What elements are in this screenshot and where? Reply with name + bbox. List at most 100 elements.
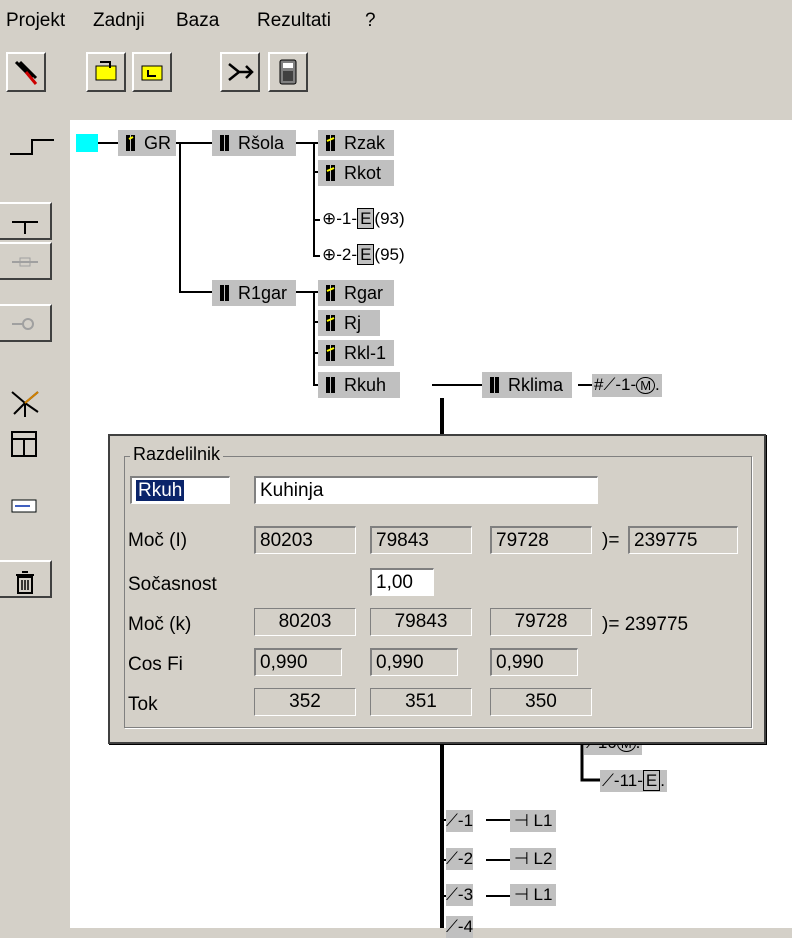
tree-node-rkot[interactable]: Rkot	[318, 160, 394, 186]
switchboard-icon	[326, 285, 335, 301]
moc-k-label: Moč (k)	[128, 614, 192, 635]
sum-label: )= 239775	[602, 614, 689, 635]
node-label: Rkot	[344, 163, 382, 183]
moc-i-field-2[interactable]: 79843	[370, 526, 472, 554]
window-button[interactable]	[0, 490, 52, 528]
tree-output-rkuh-1[interactable]: ⟋-1	[446, 810, 474, 832]
socasnost-field[interactable]: 1,00	[370, 568, 434, 596]
node-label: Rkuh	[344, 375, 387, 395]
cos-fi-label: Cos Fi	[128, 654, 183, 675]
star-icon	[11, 391, 39, 417]
tree-node-gr[interactable]: GR	[118, 130, 176, 156]
tool-3-button[interactable]	[132, 52, 172, 92]
switchboard-icon	[326, 345, 335, 361]
breaker-icon: ⟋	[602, 771, 614, 790]
tree-output-2[interactable]: ⊕-2- E (95)	[322, 244, 405, 266]
node-label: Ršola	[238, 133, 285, 153]
moc-k-field-1: 80203	[254, 608, 356, 636]
tree-node-rj[interactable]: Rj	[318, 310, 380, 336]
tool-2-icon	[95, 61, 117, 81]
breaker-icon: ⟋	[446, 811, 458, 830]
branch-button[interactable]	[220, 52, 260, 92]
cos-fi-field-1[interactable]: 0,990	[254, 648, 342, 676]
menu-projekt[interactable]: Projekt	[6, 10, 65, 32]
socasnost-label: Sočasnost	[128, 574, 217, 595]
tree-node-r1gar[interactable]: R1gar	[212, 280, 296, 306]
tree-node-rkl-1[interactable]: Rkl-1	[318, 340, 394, 366]
tree-output-rklima-11[interactable]: ⟋-11- E.	[600, 770, 667, 792]
name-field[interactable]: Kuhinja	[254, 476, 598, 504]
tree-node-rklima[interactable]: Rklima	[482, 372, 572, 398]
star-button[interactable]	[0, 382, 52, 420]
tok-field-1: 352	[254, 688, 356, 716]
node-label: Rgar	[344, 283, 384, 303]
menu-zadnji[interactable]: Zadnji	[93, 10, 145, 32]
branch-icon	[228, 63, 254, 81]
tree-output-rklima-1[interactable]: #⟋-1- M.	[592, 374, 662, 397]
node-label: Rklima	[508, 375, 564, 395]
moc-i-field-3[interactable]: 79728	[490, 526, 592, 554]
moc-k-field-2: 79843	[370, 608, 472, 636]
tree-output-rkuh-2[interactable]: ⟋-2	[446, 848, 474, 870]
calculator-button[interactable]	[268, 52, 308, 92]
calculator-icon	[279, 59, 297, 85]
tool-1-icon	[14, 60, 38, 85]
cos-fi-field-3[interactable]: 0,990	[490, 648, 578, 676]
tree-node-rgar[interactable]: Rgar	[318, 280, 394, 306]
tree-node-rsola[interactable]: Ršola	[212, 130, 296, 156]
tree-output-1[interactable]: ⊕-1- E (93)	[322, 208, 405, 230]
connector-icon: ⊕	[322, 245, 337, 264]
code-field[interactable]: Rkuh	[130, 476, 230, 504]
tool-3-icon	[141, 65, 163, 81]
switchboard-icon	[326, 135, 335, 151]
node-label: Rkl-1	[344, 343, 387, 363]
load-l2[interactable]: ⊣ L2	[510, 848, 557, 870]
switchboard-icon	[326, 377, 335, 393]
terminal-e-icon: E	[642, 770, 661, 791]
load-icon: ⊣	[514, 849, 529, 868]
tree-node-rzak[interactable]: Rzak	[318, 130, 394, 156]
node-label: GR	[144, 133, 171, 153]
sum-label: )=	[602, 530, 620, 551]
connector-icon: ⊕	[322, 209, 337, 228]
load-l1[interactable]: ⊣ L1	[510, 810, 557, 832]
group-title: Razdelilnik	[130, 444, 224, 465]
fuse-icon	[12, 257, 38, 267]
menu-help[interactable]: ?	[365, 10, 376, 32]
tok-label: Tok	[128, 694, 158, 715]
moc-i-total-field[interactable]: 239775	[628, 526, 738, 554]
switchboard-icon	[490, 377, 499, 393]
tap-button[interactable]	[0, 202, 52, 240]
terminal-e-icon: E	[357, 208, 375, 229]
layout-icon	[11, 431, 37, 457]
tree-output-rkuh-4[interactable]: ⟋-4	[446, 916, 474, 938]
delete-button[interactable]	[0, 560, 52, 598]
breaker-icon: ⟋	[446, 849, 458, 868]
moc-k-field-3: 79728	[490, 608, 592, 636]
tree-node-rkuh[interactable]: Rkuh	[318, 372, 400, 398]
line-tool-button[interactable]	[0, 124, 54, 162]
load-icon: ⊣	[514, 811, 529, 830]
tree-output-rkuh-3[interactable]: ⟋-3	[446, 884, 474, 906]
node-label: Rzak	[344, 133, 386, 153]
layout-button[interactable]	[0, 424, 52, 462]
switchboard-icon	[126, 135, 135, 151]
terminal-e-icon: E	[357, 244, 375, 265]
plug-button[interactable]	[0, 304, 52, 342]
moc-i-field-1[interactable]: 80203	[254, 526, 356, 554]
switchboard-icon	[220, 135, 229, 151]
tool-2-button[interactable]	[86, 52, 126, 92]
load-l1-b[interactable]: ⊣ L1	[510, 884, 557, 906]
menu-baza[interactable]: Baza	[176, 10, 219, 32]
cos-fi-field-2[interactable]: 0,990	[370, 648, 458, 676]
window-icon	[11, 499, 37, 513]
fuse-button[interactable]	[0, 242, 52, 280]
tool-1-button[interactable]	[6, 52, 46, 92]
node-label: R1gar	[238, 283, 288, 303]
plug-icon	[12, 318, 34, 330]
tok-field-2: 351	[370, 688, 472, 716]
left-toolbar	[0, 120, 70, 928]
breaker-icon: ⟋	[446, 917, 458, 936]
menu-rezultati[interactable]: Rezultati	[257, 10, 331, 32]
breaker-icon: ⟋	[603, 375, 616, 394]
